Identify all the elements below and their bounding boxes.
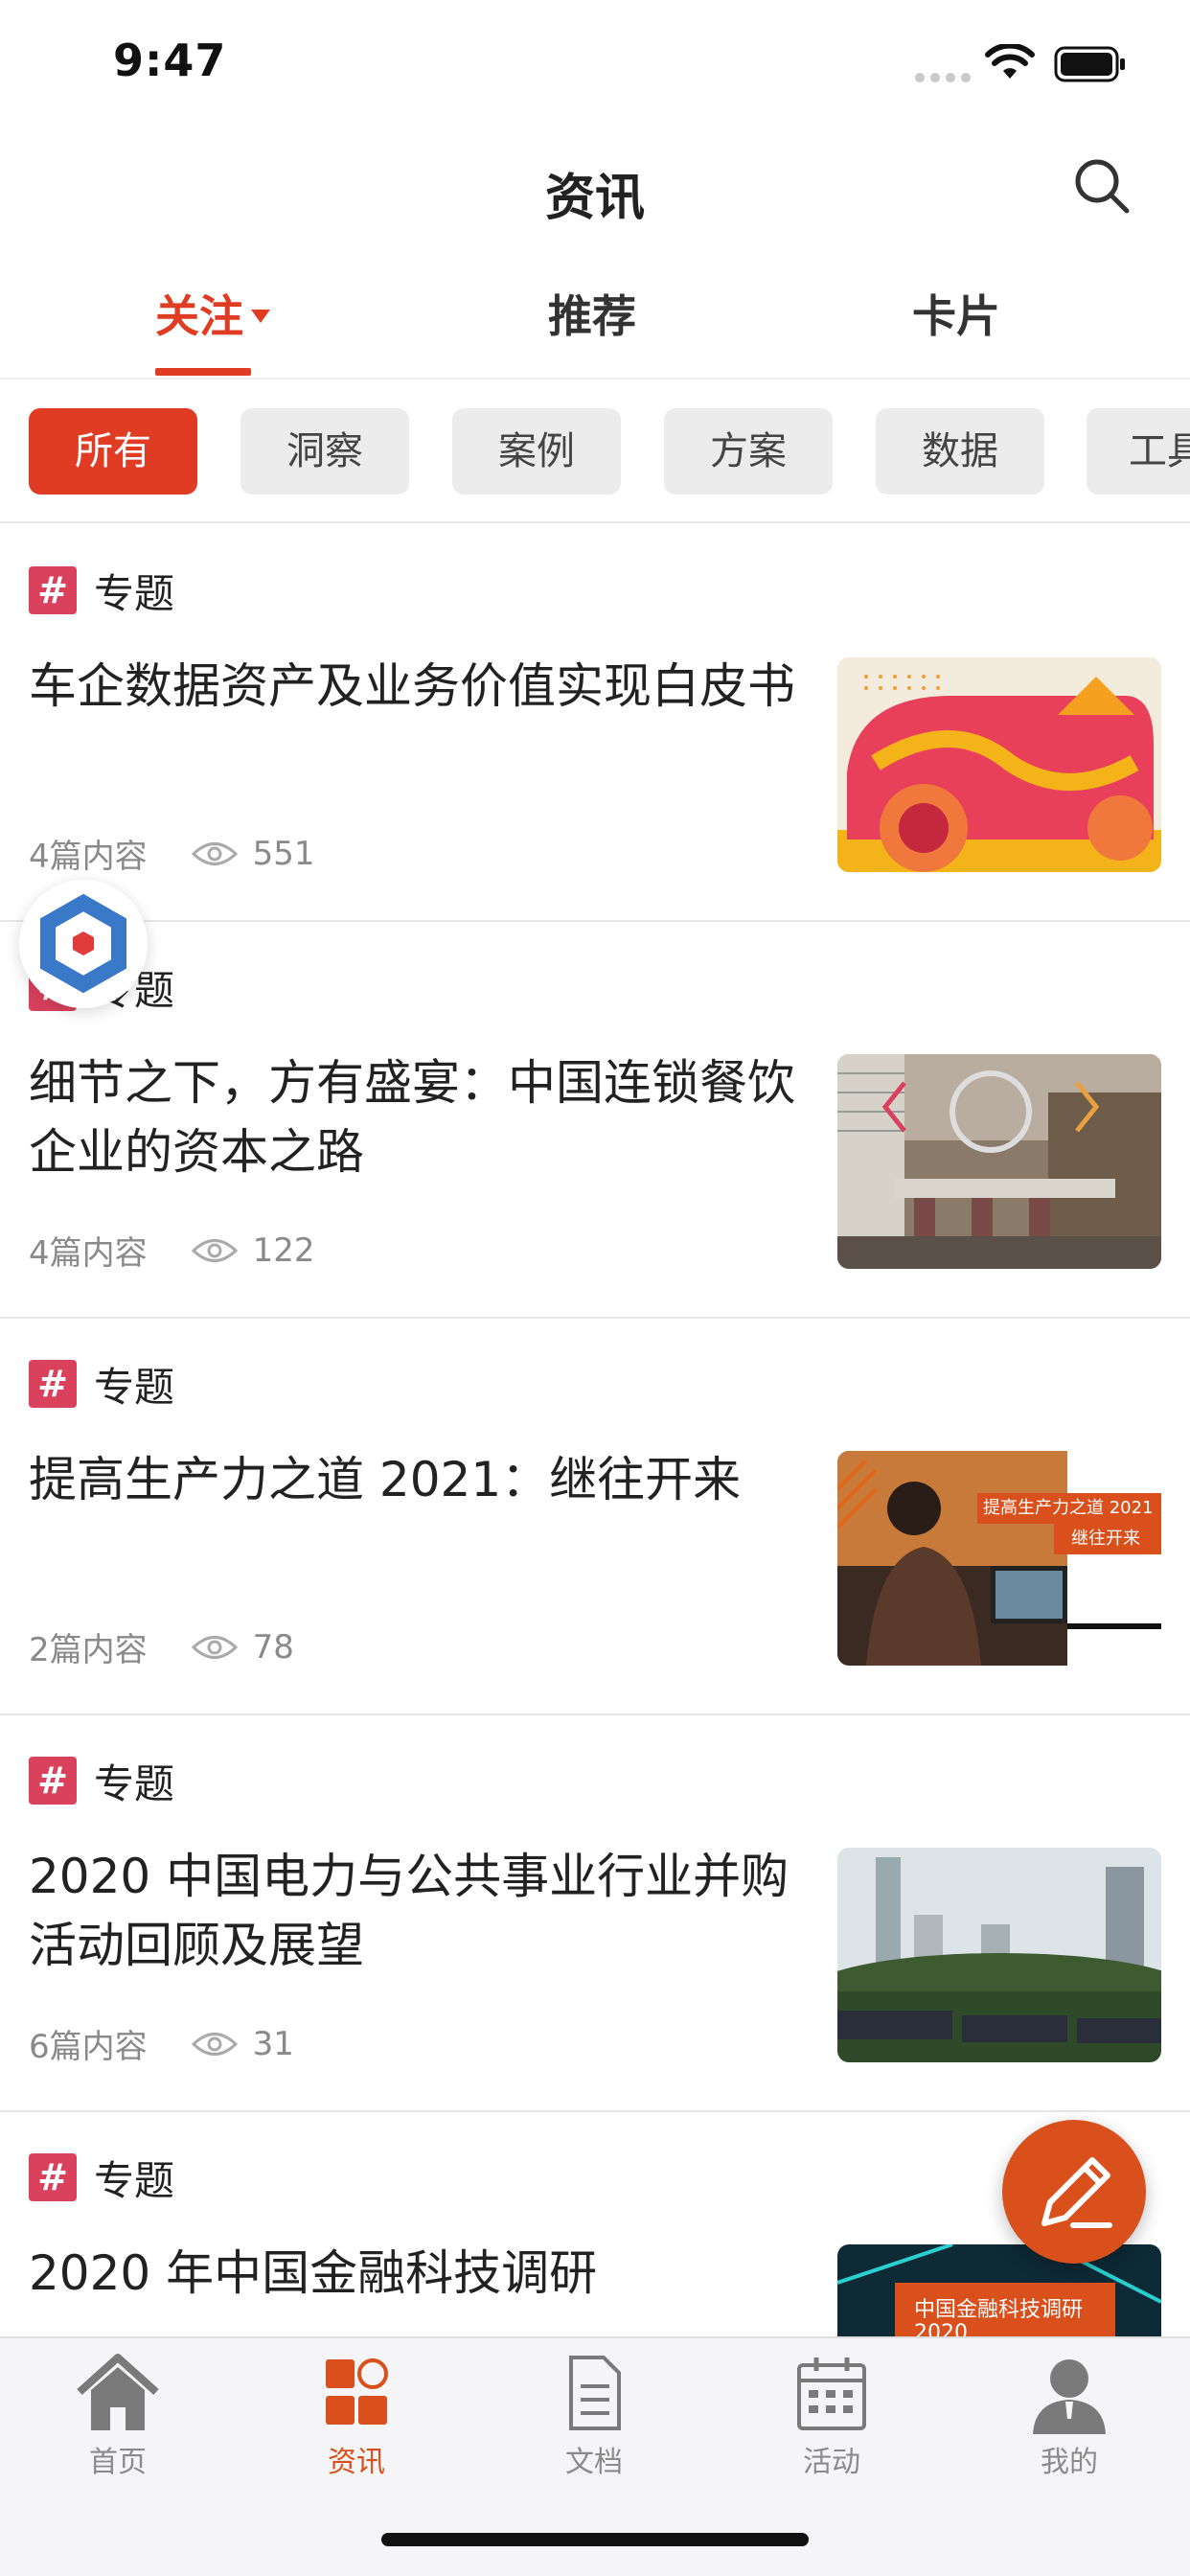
restaurant-photo-image (837, 1054, 1161, 1269)
content-count: 2篇内容 (29, 1631, 148, 1669)
tab-cards[interactable]: 卡片 (912, 282, 1000, 345)
card-title: 提高生产力之道 2021：继往开来 (29, 1452, 742, 1507)
nav-label: 文档 (565, 2446, 623, 2479)
calendar-icon (797, 2358, 866, 2430)
filter-row: 所有 洞察 案例 方案 数据 工具 (0, 380, 1190, 523)
topic-tag: # 专题 (29, 2152, 174, 2204)
floating-assistant-button[interactable] (19, 880, 148, 1008)
nav-documents[interactable]: 文档 (508, 2352, 680, 2486)
filter-chip-all[interactable]: 所有 (29, 408, 197, 494)
status-time: 9:47 (113, 34, 227, 86)
eye-icon (191, 841, 238, 865)
view-count: 31 (252, 2024, 294, 2063)
hexagon-logo-icon (40, 893, 126, 994)
active-tab-indicator (155, 368, 251, 376)
nav-label: 首页 (89, 2446, 147, 2479)
nav-label: 我的 (1041, 2446, 1098, 2479)
card-meta: 6篇内容 31 (29, 2020, 294, 2067)
card-meta: 2篇内容 78 (29, 1623, 294, 1670)
hashtag-icon: # (29, 1757, 77, 1805)
home-indicator (381, 2533, 809, 2546)
car-illustration-image (837, 657, 1161, 872)
tab-recommend[interactable]: 推荐 (548, 282, 636, 345)
filter-chip-solution[interactable]: 方案 (664, 408, 833, 494)
content-count: 4篇内容 (29, 1234, 148, 1273)
tag-label: 专题 (94, 569, 175, 617)
caret-down-icon (251, 309, 270, 323)
thumbnail-caption: 中国金融科技调研 (914, 2298, 1084, 2322)
tab-follow[interactable]: 关注 (155, 282, 270, 345)
view-count: 551 (252, 834, 315, 873)
filter-chip-insight[interactable]: 洞察 (240, 408, 409, 494)
main-tabs: 关注 推荐 卡片 (0, 268, 1190, 380)
topic-card[interactable]: # 专题 细节之下，方有盛宴：中国连锁餐饮企业的资本之路 4篇内容 122 (0, 922, 1190, 1319)
nav-label: 活动 (803, 2446, 860, 2479)
feed-list: # 专题 车企数据资产及业务价值实现白皮书 4篇内容 551 专题 细节之下，方… (0, 525, 1190, 2336)
card-thumbnail (837, 1848, 1161, 2062)
card-meta: 4篇内容 122 (29, 1227, 315, 1274)
nav-home[interactable]: 首页 (32, 2352, 204, 2486)
eye-icon (191, 1238, 238, 1262)
thumbnail-caption: 2020 (914, 2321, 968, 2336)
topic-card[interactable]: # 专题 车企数据资产及业务价值实现白皮书 4篇内容 551 (0, 525, 1190, 922)
card-title: 细节之下，方有盛宴：中国连锁餐饮企业的资本之路 (29, 1055, 795, 1180)
search-icon[interactable] (1071, 155, 1133, 217)
document-icon (569, 2356, 621, 2430)
card-thumbnail: 提高生产力之道 2021 继往开来 (837, 1451, 1161, 1666)
status-bar: 9:47 (0, 0, 1190, 125)
view-count: 122 (252, 1230, 315, 1270)
card-title: 2020 年中国金融科技调研 (29, 2245, 598, 2301)
wifi-icon (985, 44, 1035, 79)
compose-button[interactable] (1002, 2120, 1146, 2264)
tag-label: 专题 (94, 1363, 175, 1411)
nav-label: 资讯 (328, 2446, 385, 2479)
thumbnail-caption: 提高生产力之道 2021 (977, 1493, 1161, 1524)
topic-tag: # 专题 (29, 1756, 174, 1807)
filter-chip-case[interactable]: 案例 (452, 408, 621, 494)
nav-news[interactable]: 资讯 (270, 2352, 443, 2486)
eye-icon (191, 1635, 238, 1659)
nav-events[interactable]: 活动 (745, 2352, 918, 2486)
tab-label: 关注 (155, 290, 243, 342)
topic-tag: # 专题 (29, 1359, 174, 1411)
city-solar-photo-image (837, 1848, 1161, 2062)
view-count: 78 (252, 1627, 294, 1667)
card-thumbnail (837, 1054, 1161, 1269)
page-title: 资讯 (544, 170, 645, 227)
productivity-report-image (837, 1451, 1161, 1666)
hashtag-icon: # (29, 2153, 77, 2201)
home-icon (77, 2354, 159, 2430)
profile-icon (1033, 2359, 1106, 2434)
hashtag-icon: # (29, 566, 77, 614)
filter-chip-data[interactable]: 数据 (876, 408, 1044, 494)
thumbnail-caption: 继往开来 (1054, 1524, 1161, 1554)
eye-icon (191, 2032, 238, 2056)
news-grid-icon (326, 2358, 388, 2425)
topic-card[interactable]: # 专题 2020 中国电力与公共事业行业并购活动回顾及展望 6篇内容 31 (0, 1715, 1190, 2112)
card-meta: 4篇内容 551 (29, 830, 315, 877)
content-count: 6篇内容 (29, 2028, 148, 2066)
nav-profile[interactable]: 我的 (983, 2352, 1156, 2486)
header: 资讯 (0, 134, 1190, 249)
battery-icon (1054, 46, 1125, 82)
card-title: 车企数据资产及业务价值实现白皮书 (29, 658, 795, 714)
content-count: 4篇内容 (29, 838, 148, 876)
signal-icon (915, 73, 971, 82)
topic-card[interactable]: # 专题 提高生产力之道 2021：继往开来 2篇内容 78 提高生产力之道 2… (0, 1319, 1190, 1715)
filter-chip-tools[interactable]: 工具 (1087, 408, 1190, 494)
pencil-icon (1041, 2157, 1112, 2228)
tag-label: 专题 (94, 2156, 175, 2204)
card-thumbnail (837, 657, 1161, 872)
card-title: 2020 中国电力与公共事业行业并购活动回顾及展望 (29, 1849, 790, 1973)
topic-tag: # 专题 (29, 565, 174, 617)
hashtag-icon: # (29, 1360, 77, 1408)
tag-label: 专题 (94, 1760, 175, 1807)
